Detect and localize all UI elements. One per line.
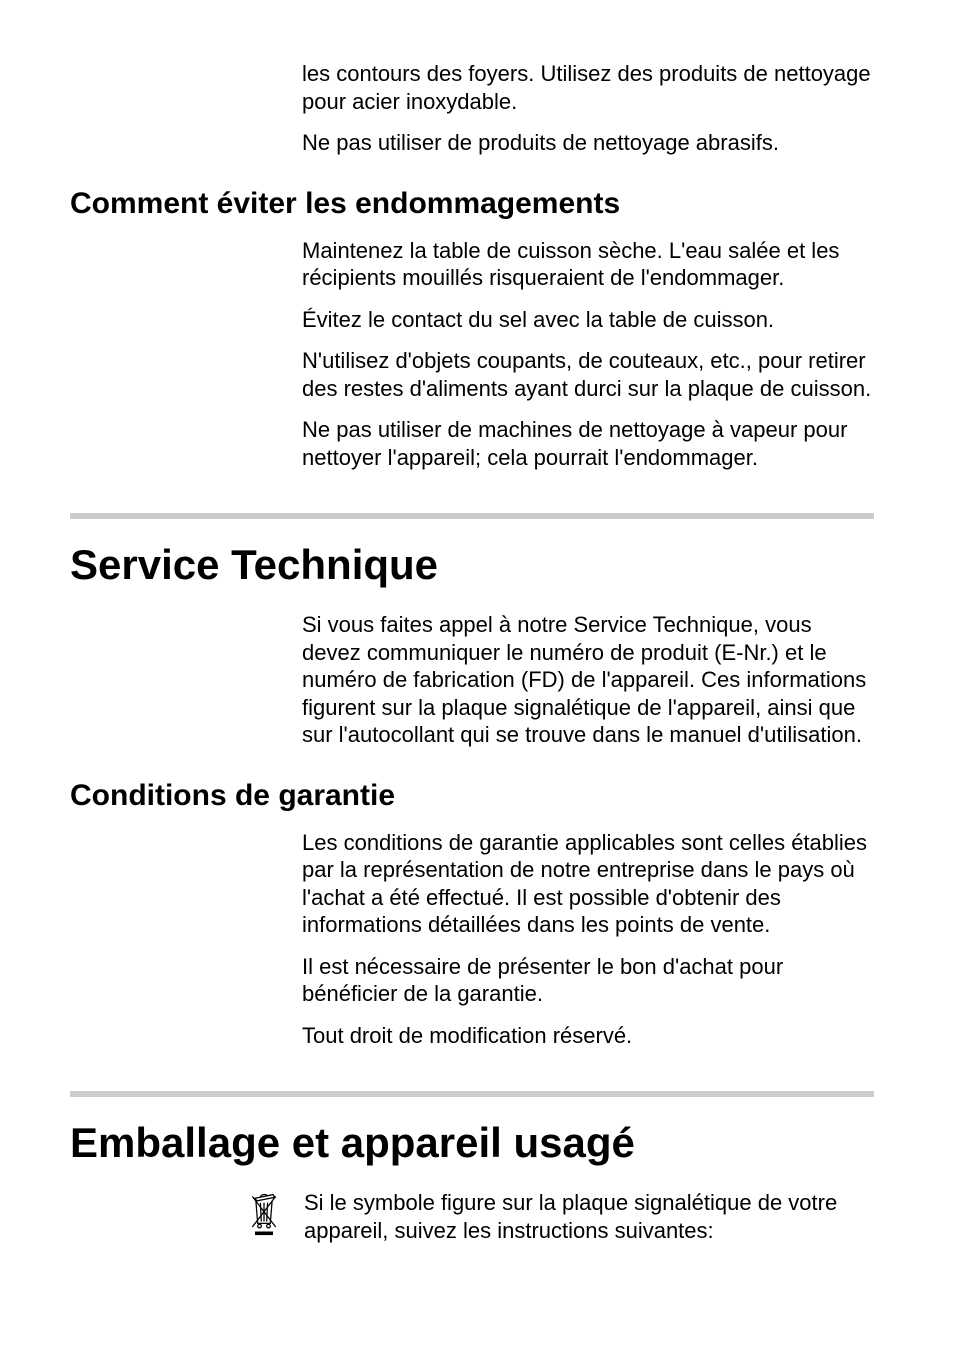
garantie-p2: Il est nécessaire de présenter le bon d'…	[302, 953, 874, 1008]
endommagements-p3: N'utilisez d'objets coupants, de couteau…	[302, 347, 874, 402]
heading-endommagements: Comment éviter les endommagements	[70, 187, 874, 221]
garantie-p1: Les conditions de garantie applicables s…	[302, 829, 874, 939]
section-divider	[70, 1091, 874, 1097]
heading-garantie: Conditions de garantie	[70, 779, 874, 813]
weee-recycle-icon	[246, 1189, 288, 1241]
endommagements-p2: Évitez le contact du sel avec la table d…	[302, 306, 874, 334]
section-divider	[70, 513, 874, 519]
heading-emballage: Emballage et appareil usagé	[70, 1119, 874, 1167]
endommagements-p1: Maintenez la table de cuisson sèche. L'e…	[302, 237, 874, 292]
intro-paragraph-2: Ne pas utiliser de produits de nettoyage…	[302, 129, 874, 157]
service-p1: Si vous faites appel à notre Service Tec…	[302, 611, 874, 749]
intro-paragraph-1: les contours des foyers. Utilisez des pr…	[302, 60, 874, 115]
endommagements-p4: Ne pas utiliser de machines de nettoyage…	[302, 416, 874, 471]
garantie-p3: Tout droit de modification réservé.	[302, 1022, 874, 1050]
heading-service-technique: Service Technique	[70, 541, 874, 589]
emballage-p1: Si le symbole figure sur la plaque signa…	[304, 1189, 874, 1244]
